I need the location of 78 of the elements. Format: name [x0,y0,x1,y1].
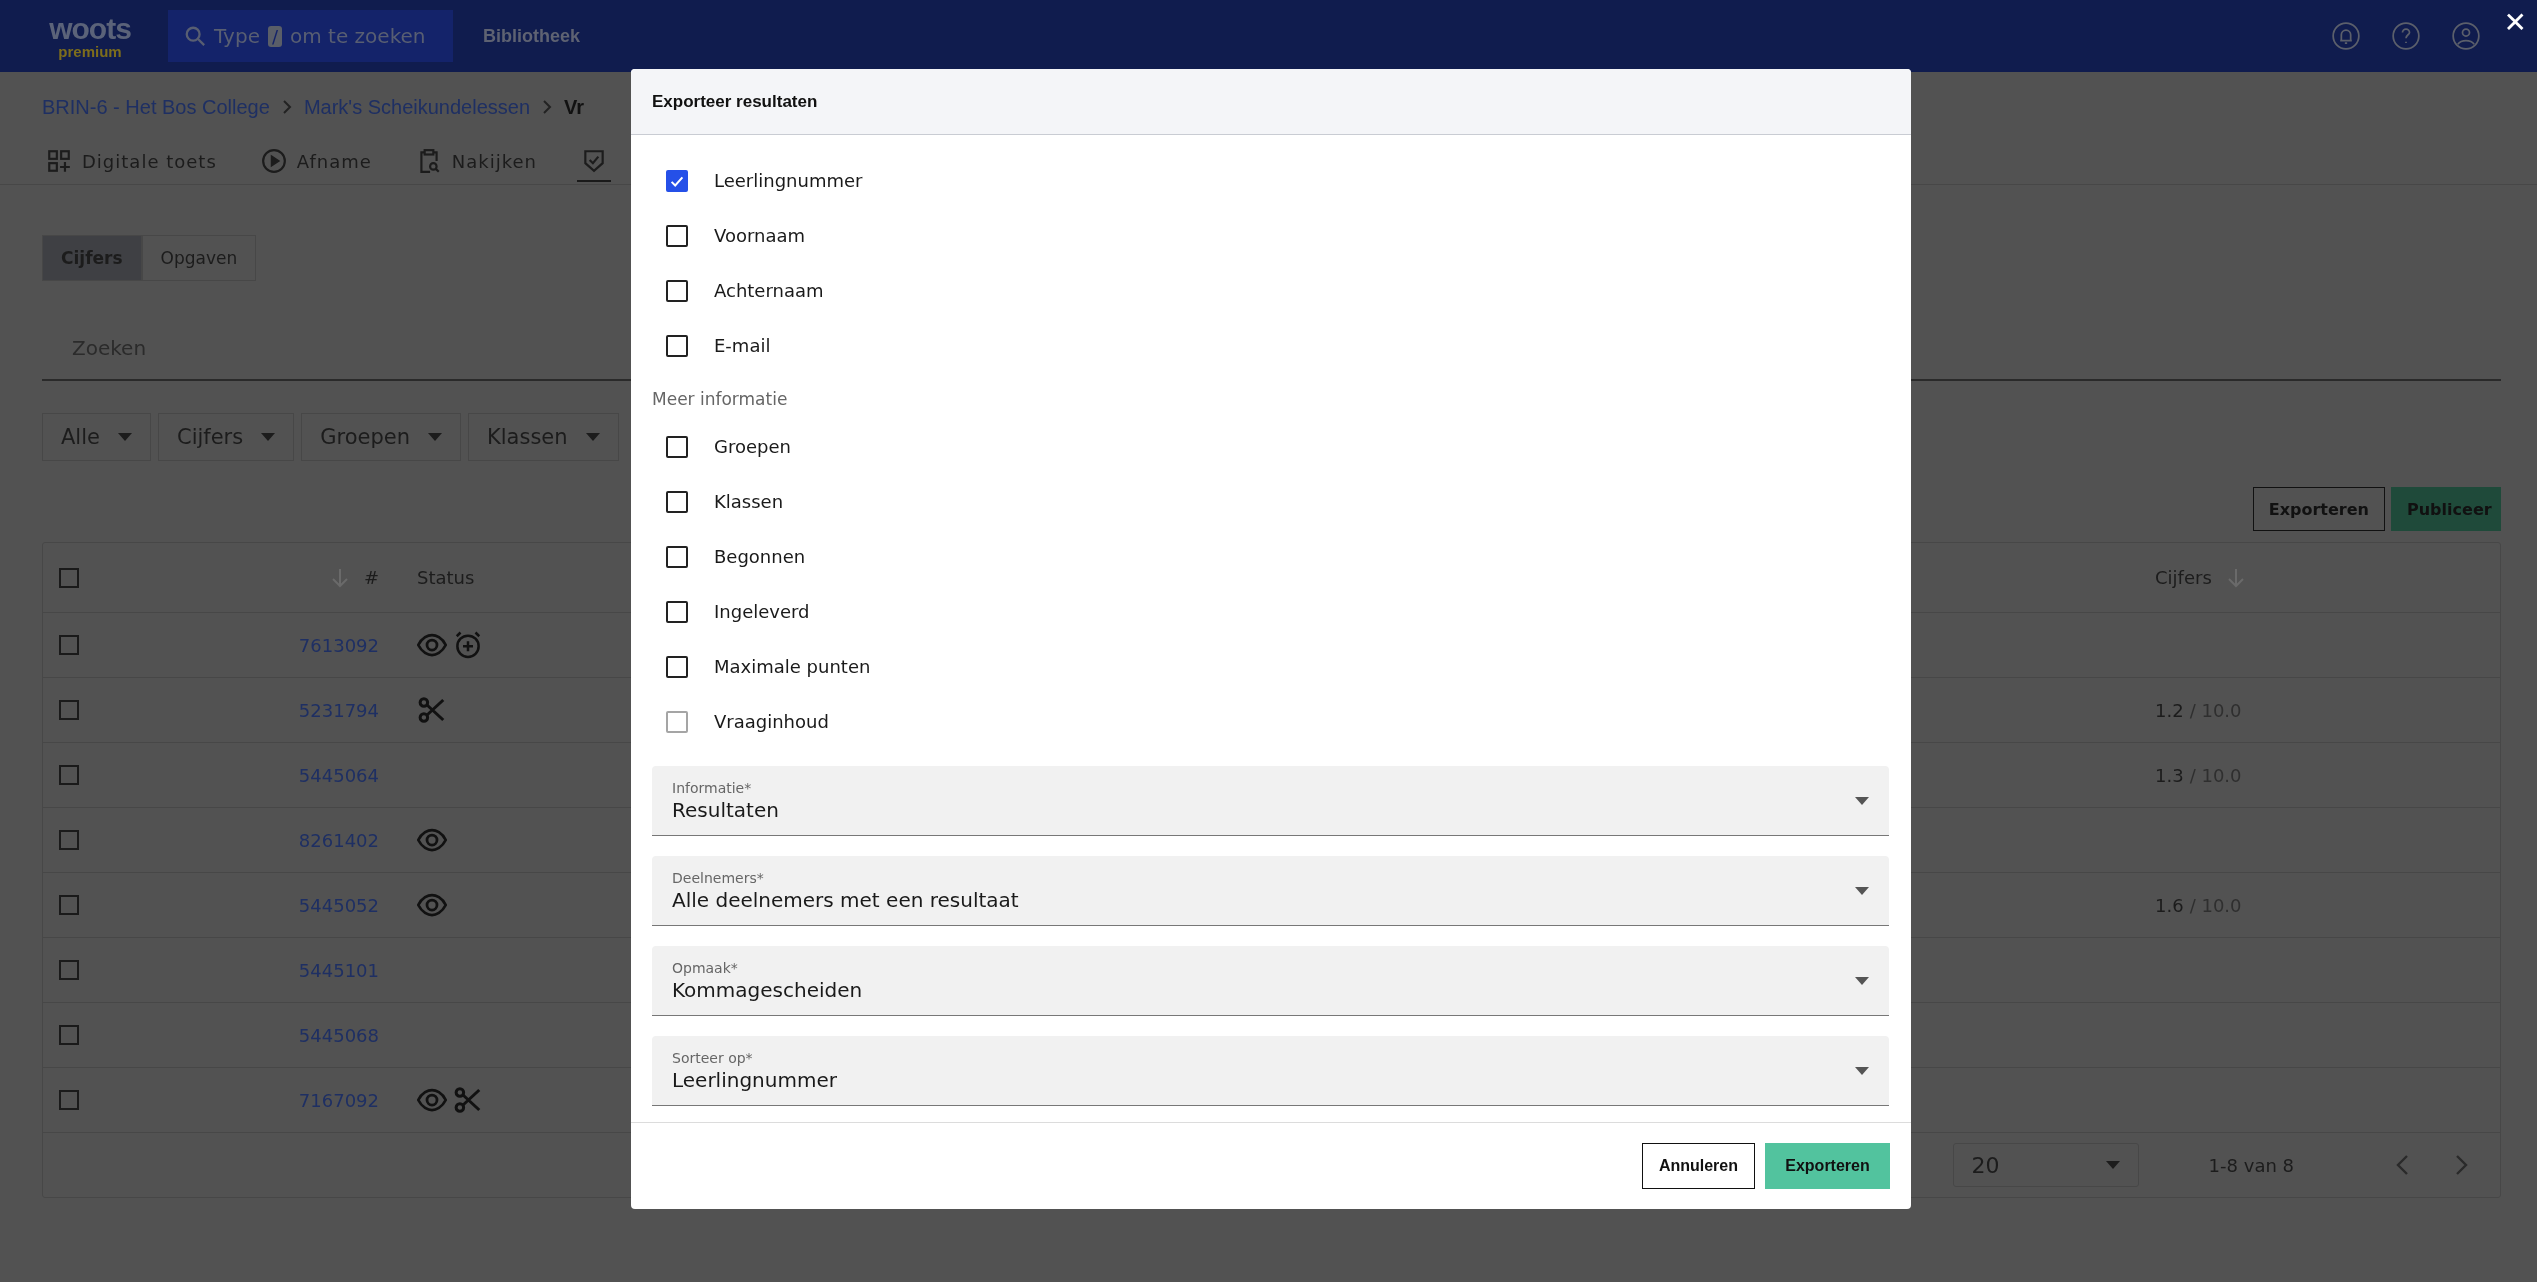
checkbox-option[interactable]: Groepen [652,419,1889,474]
checkbox[interactable] [59,1090,79,1110]
checkbox-option[interactable]: Begonnen [652,529,1889,584]
scissors-icon [417,695,447,725]
checkbox-option[interactable]: Achternaam [652,263,1889,318]
logo-subtitle: premium [58,43,122,59]
caret-icon [585,433,600,441]
field-value: Alle deelnemers met een resultaat [672,887,1019,912]
checkbox-option[interactable]: Voornaam [652,208,1889,263]
checkbox-option[interactable]: Ingeleverd [652,584,1889,639]
search-placeholder: Type [214,24,260,48]
user-icon[interactable] [2451,22,2480,50]
select-field[interactable]: Sorteer op* Leerlingnummer [652,1036,1889,1106]
field-label: Informatie* [672,779,753,796]
caret-icon [2105,1161,2120,1169]
checkbox[interactable] [666,600,688,623]
field-value: Kommagescheiden [672,977,863,1002]
logo-text[interactable]: woots [49,13,131,44]
section-heading: Meer informatie [652,388,789,411]
checkbox[interactable] [59,635,79,655]
caret-icon [261,433,276,441]
sort-arrow-icon[interactable] [2225,566,2246,589]
field-label: Deelnemers* [672,869,765,886]
field-label: Opmaak* [672,959,739,976]
shortcut-key: / [267,25,282,47]
select-field[interactable]: Opmaak* Kommagescheiden [652,946,1889,1016]
search-placeholder: om te zoeken [290,24,426,48]
checkbox-option[interactable]: Maximale punten [652,639,1889,694]
checkbox[interactable] [666,224,688,247]
checkbox[interactable] [59,895,79,915]
caret-icon [1855,796,1869,805]
checkbox-option[interactable]: Klassen [652,474,1889,529]
breadcrumb-link[interactable]: Vr [564,95,585,119]
caret-icon [117,433,132,441]
field-value: Leerlingnummer [672,1067,837,1092]
select-field[interactable]: Deelnemers* Alle deelnemers met een resultaat [652,856,1889,926]
play-icon [260,148,287,174]
checkbox[interactable] [59,960,79,980]
checkbox[interactable] [666,334,688,357]
checkbox[interactable] [59,830,79,850]
scissors-icon [453,1085,483,1115]
checkbox[interactable] [59,1025,79,1045]
action-button[interactable]: Exporteren [2252,487,2385,531]
field-value: Resultaten [672,797,779,822]
close-button[interactable]: ✕ [2503,6,2527,39]
checkbox[interactable] [59,567,79,588]
checkbox[interactable] [666,545,688,568]
checkbox[interactable] [666,169,688,192]
dialog-title: Exporteer resultaten [652,91,818,112]
checkbox[interactable] [59,765,79,785]
caret-icon [1855,976,1869,985]
checkbox[interactable] [666,490,688,513]
help-icon[interactable] [2391,22,2420,50]
chevron-icon [281,100,292,114]
chevron-icon [542,100,553,114]
nav-link[interactable]: Bibliotheek [483,25,580,47]
select-field[interactable]: Informatie* Resultaten [652,766,1889,836]
field-label: Sorteer op* [672,1049,754,1066]
checkbox[interactable] [666,655,688,678]
checkbox[interactable] [59,700,79,720]
cancel-button[interactable]: Annuleren [1641,1143,1755,1189]
checkbox-option[interactable]: Leerlingnummer [652,153,1889,208]
grid-plus-icon [46,148,72,174]
alarm-plus-icon [453,630,483,660]
shield-check-icon [581,148,607,174]
export-button[interactable]: Exporteren [1765,1143,1890,1189]
bell-icon[interactable] [2331,22,2360,50]
column-header[interactable]: # [363,567,379,588]
checkbox-option[interactable]: E-mail [652,318,1889,373]
checkbox[interactable] [666,279,688,302]
action-button[interactable]: Publiceer [2391,487,2501,531]
sort-arrow-icon[interactable] [329,566,350,589]
caret-icon [428,433,442,441]
checkbox[interactable] [666,435,688,458]
search-field[interactable]: Type / om te zoeken [168,10,453,62]
caret-icon [1855,886,1869,895]
search-icon [184,25,206,47]
caret-icon [1855,1066,1869,1075]
